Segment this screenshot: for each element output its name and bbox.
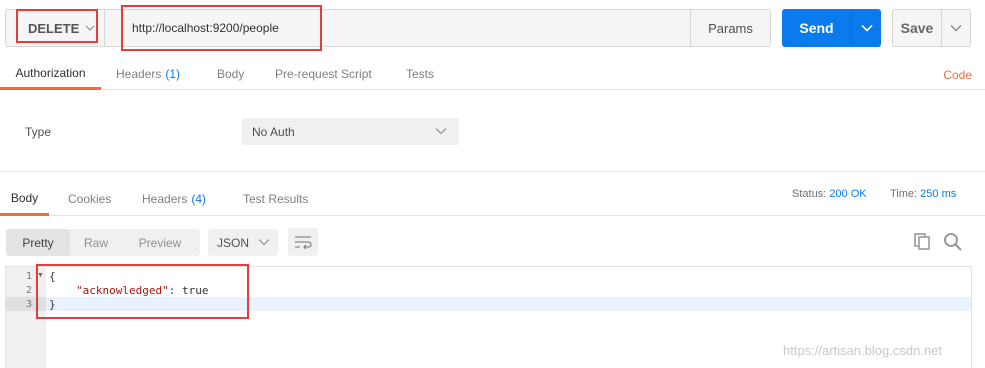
- tab-prerequest-label: Pre-request Script: [275, 67, 372, 81]
- tab-authorization-label: Authorization: [15, 65, 86, 80]
- json-key: "acknowledged": [76, 283, 169, 297]
- tab-headers-label: Headers: [116, 67, 162, 81]
- code-line-1: {: [49, 269, 56, 283]
- method-select[interactable]: DELETE: [5, 9, 105, 47]
- response-time: Time: 250 ms: [890, 188, 956, 200]
- tab-response-headers[interactable]: Headers (4): [142, 182, 206, 216]
- copy-icon[interactable]: [913, 232, 931, 253]
- preview-label: Preview: [138, 235, 182, 250]
- chevron-down-icon: [860, 24, 873, 32]
- wrap-lines-icon: [295, 236, 312, 249]
- line-number-gutter: 1 ▼ 2 3: [6, 267, 46, 368]
- send-dropdown-button[interactable]: [851, 9, 881, 47]
- code-line-3: }: [49, 297, 56, 311]
- tab-prerequest-script[interactable]: Pre-request Script: [275, 58, 372, 90]
- wrap-lines-button[interactable]: [288, 228, 318, 256]
- response-headers-count-badge: (4): [191, 192, 207, 206]
- format-value: JSON: [217, 235, 250, 250]
- auth-type-label: Type: [25, 125, 52, 139]
- time-value: 250 ms: [920, 188, 957, 200]
- status-label: Status:: [792, 188, 827, 200]
- chevron-down-icon: [435, 128, 447, 135]
- line-number: 2: [25, 284, 32, 296]
- code-brace-close: }: [49, 297, 56, 311]
- line-number: 3: [6, 297, 46, 311]
- url-text: http://localhost:9200/people: [132, 21, 279, 35]
- format-select[interactable]: JSON: [208, 229, 278, 256]
- tab-headers[interactable]: Headers (1): [116, 58, 180, 90]
- json-separator: :: [168, 283, 182, 297]
- tab-tests[interactable]: Tests: [406, 58, 434, 90]
- section-divider: [0, 171, 985, 172]
- params-button[interactable]: Params: [690, 9, 771, 47]
- code-link[interactable]: Code: [943, 68, 972, 82]
- params-label: Params: [708, 20, 753, 36]
- url-input[interactable]: http://localhost:9200/people: [105, 9, 691, 47]
- code-brace-open: {: [49, 269, 56, 283]
- save-dropdown-button[interactable]: [941, 9, 971, 47]
- preview-button[interactable]: Preview: [122, 229, 198, 256]
- auth-type-value: No Auth: [252, 124, 295, 139]
- watermark: https://artisan.blog.csdn.net: [783, 343, 942, 358]
- response-status: Status: 200 OK: [792, 188, 867, 200]
- code-line-2: "acknowledged": true: [76, 283, 208, 297]
- tab-response-headers-label: Headers: [142, 192, 188, 206]
- send-button[interactable]: Send: [782, 9, 851, 47]
- current-line-highlight: [46, 297, 971, 311]
- chevron-down-icon: [258, 239, 270, 246]
- send-label: Send: [799, 20, 834, 36]
- tab-test-results-label: Test Results: [243, 192, 309, 206]
- chevron-down-icon: [85, 25, 95, 31]
- status-value: 200 OK: [829, 188, 867, 200]
- fold-arrow-icon[interactable]: ▼: [37, 272, 44, 279]
- request-tabs: Authorization Headers (1) Body Pre-reque…: [0, 58, 985, 90]
- chevron-down-icon: [950, 25, 962, 32]
- pretty-label: Pretty: [22, 235, 54, 250]
- tab-body-label: Body: [217, 67, 245, 81]
- method-label: DELETE: [28, 20, 80, 36]
- auth-type-select[interactable]: No Auth: [242, 118, 459, 145]
- pretty-button[interactable]: Pretty: [6, 229, 70, 256]
- tab-test-results[interactable]: Test Results: [243, 182, 308, 216]
- tab-response-body-label: Body: [10, 190, 39, 205]
- save-label: Save: [900, 20, 934, 36]
- view-mode-group: Pretty Raw Preview: [6, 229, 200, 256]
- raw-button[interactable]: Raw: [70, 229, 122, 256]
- json-value: true: [181, 283, 209, 297]
- search-icon-glyph: [944, 233, 962, 251]
- tab-body[interactable]: Body: [217, 58, 244, 90]
- tab-cookies[interactable]: Cookies: [68, 182, 111, 216]
- tab-response-body[interactable]: Body: [0, 182, 49, 216]
- search-icon[interactable]: [943, 232, 963, 255]
- time-label: Time:: [890, 188, 918, 200]
- tab-cookies-label: Cookies: [68, 192, 112, 206]
- request-bar: DELETE http://localhost:9200/people Para…: [0, 0, 985, 58]
- copy-icon-glyph: [914, 233, 930, 250]
- tab-tests-label: Tests: [406, 67, 435, 81]
- raw-label: Raw: [83, 235, 108, 250]
- save-button[interactable]: Save: [892, 9, 942, 47]
- tab-authorization[interactable]: Authorization: [0, 58, 101, 90]
- headers-count-badge: (1): [165, 67, 181, 81]
